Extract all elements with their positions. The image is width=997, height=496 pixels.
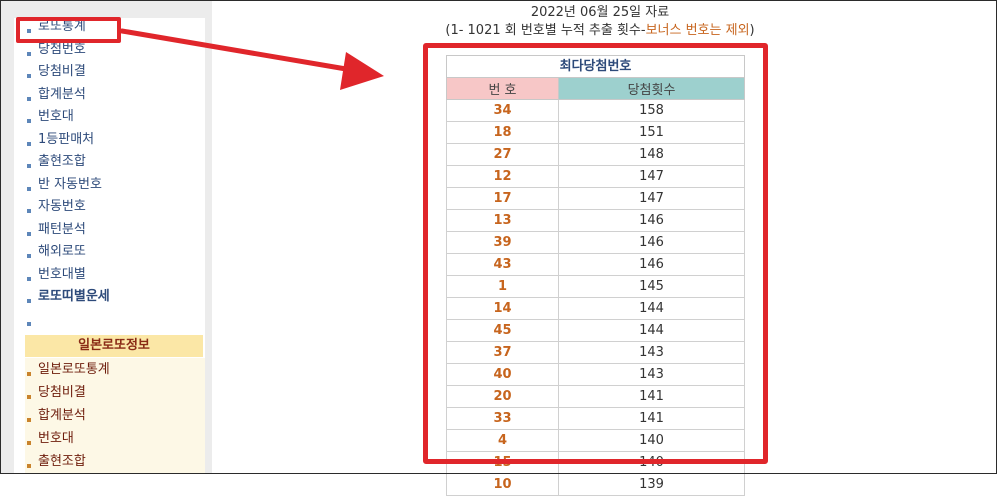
lotto-number-cell: 10	[446, 473, 559, 496]
annotation-arrow-icon	[119, 28, 384, 90]
table-row: 10 139	[446, 473, 745, 496]
win-count-cell: 139	[558, 473, 745, 496]
